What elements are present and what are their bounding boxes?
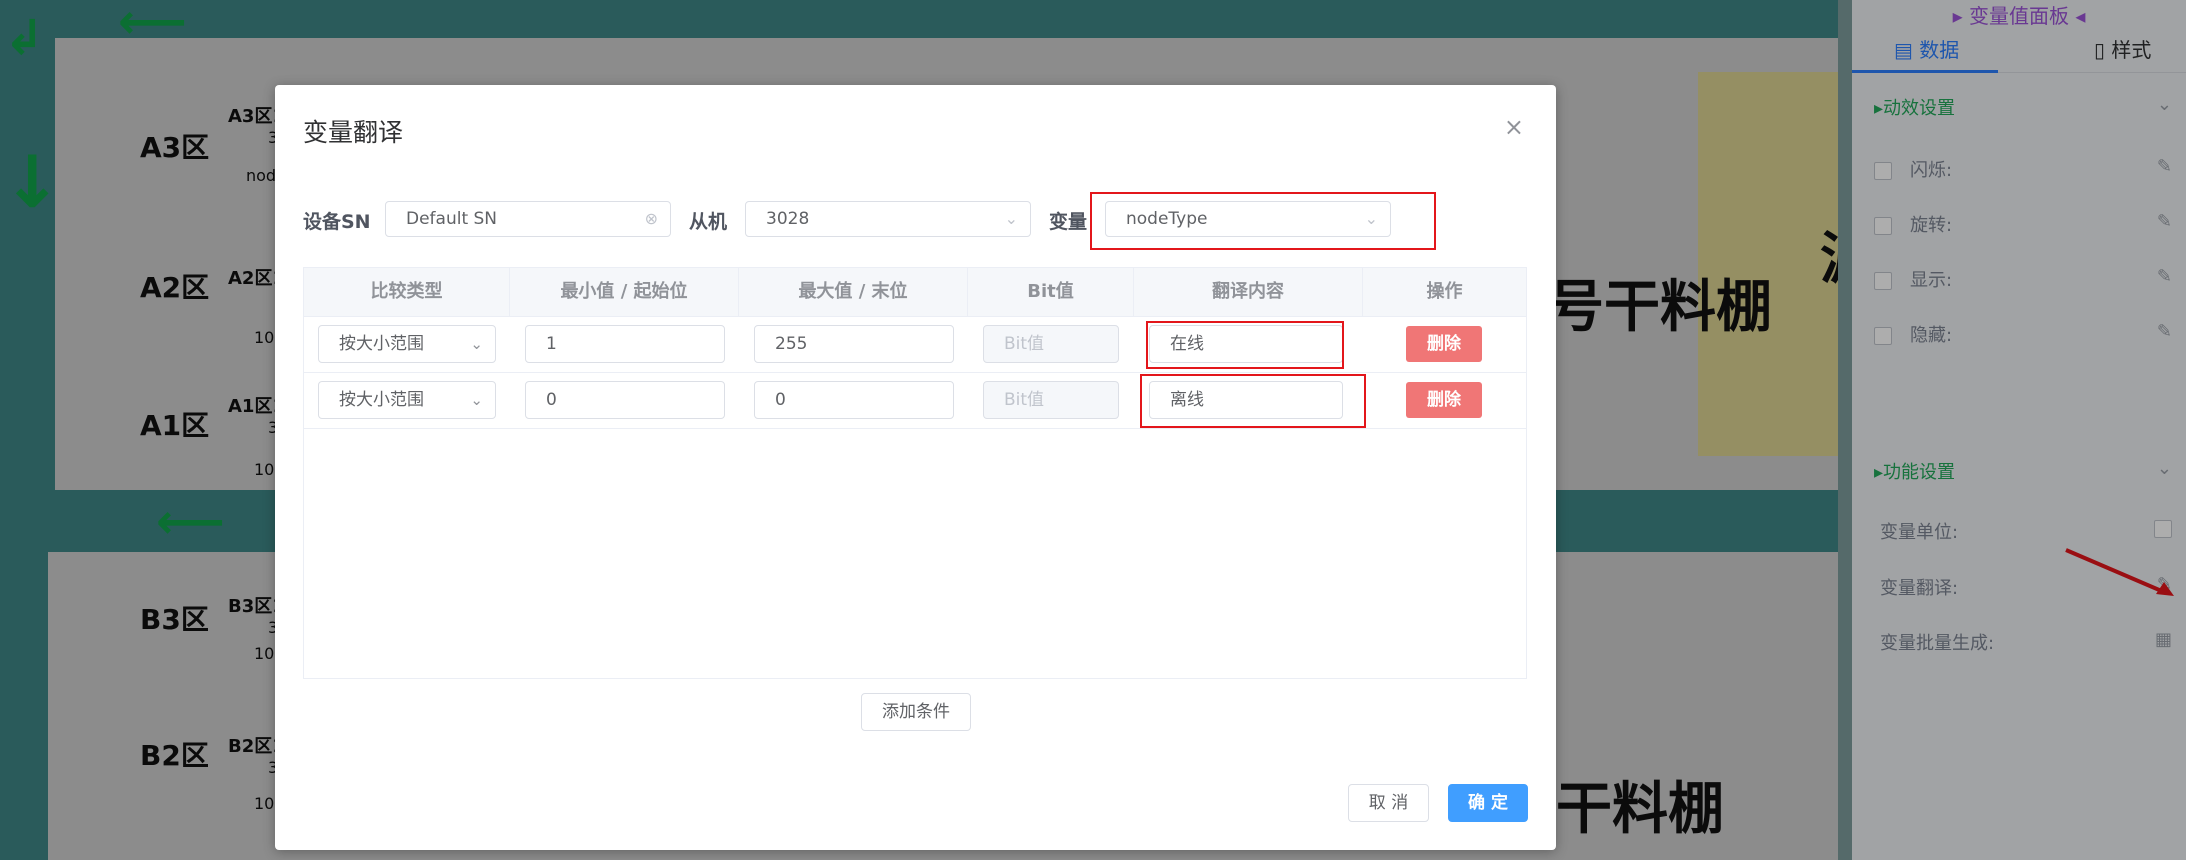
clear-icon[interactable]: ⊗ [645, 202, 658, 236]
min-value-input[interactable]: 1 [525, 325, 725, 363]
variable-translation-dialog: 变量翻译 × 设备SN Default SN ⊗ 从机 3028 ⌄ 变量 no… [275, 85, 1556, 850]
compare-type-select[interactable]: 按大小范围 ⌄ [318, 325, 496, 363]
bit-value-input: Bit值 [983, 325, 1119, 363]
col-min-value: 最小值 / 起始位 [510, 268, 739, 316]
delete-button[interactable]: 删除 [1406, 382, 1482, 418]
translation-highlight-box [1146, 321, 1344, 369]
col-bit-value: Bit值 [968, 268, 1134, 316]
translation-table: 比较类型 最小值 / 起始位 最大值 / 末位 Bit值 翻译内容 操作 按大小… [303, 267, 1527, 679]
close-icon[interactable]: × [1504, 113, 1524, 141]
col-compare-type: 比较类型 [304, 268, 510, 316]
variable-label: 变量 [1049, 211, 1088, 233]
table-row: 按大小范围 ⌄ 1 255 Bit值 在线 删除 [304, 316, 1526, 373]
col-action: 操作 [1426, 281, 1463, 302]
table-row: 按大小范围 ⌄ 0 0 Bit值 离线 删除 [304, 372, 1526, 429]
cancel-button[interactable]: 取 消 [1348, 784, 1429, 822]
max-value-input[interactable]: 0 [754, 381, 954, 419]
col-translation: 翻译内容 [1134, 268, 1363, 316]
table-header: 比较类型 最小值 / 起始位 最大值 / 末位 Bit值 翻译内容 操作 [304, 268, 1526, 317]
max-value-input[interactable]: 255 [754, 325, 954, 363]
add-condition-button[interactable]: 添加条件 [861, 693, 971, 731]
chevron-down-icon: ⌄ [1004, 209, 1018, 228]
min-value-input[interactable]: 0 [525, 381, 725, 419]
translation-highlight-box [1140, 374, 1366, 428]
chevron-down-icon: ⌄ [470, 335, 483, 353]
col-max-value: 最大值 / 末位 [739, 268, 968, 316]
device-sn-label: 设备SN [303, 211, 371, 233]
compare-type-value: 按大小范围 [339, 390, 424, 410]
slave-label: 从机 [689, 211, 728, 233]
variable-highlight-box [1090, 192, 1436, 250]
device-sn-input[interactable]: Default SN ⊗ [385, 201, 671, 237]
confirm-button[interactable]: 确 定 [1448, 784, 1528, 822]
slave-value: 3028 [766, 209, 810, 229]
bit-value-input: Bit值 [983, 381, 1119, 419]
device-sn-value: Default SN [406, 209, 498, 229]
compare-type-select[interactable]: 按大小范围 ⌄ [318, 381, 496, 419]
slave-select[interactable]: 3028 ⌄ [745, 201, 1031, 237]
delete-button[interactable]: 删除 [1406, 326, 1482, 362]
chevron-down-icon: ⌄ [470, 391, 483, 409]
dialog-title: 变量翻译 [303, 118, 404, 147]
compare-type-value: 按大小范围 [339, 334, 424, 354]
